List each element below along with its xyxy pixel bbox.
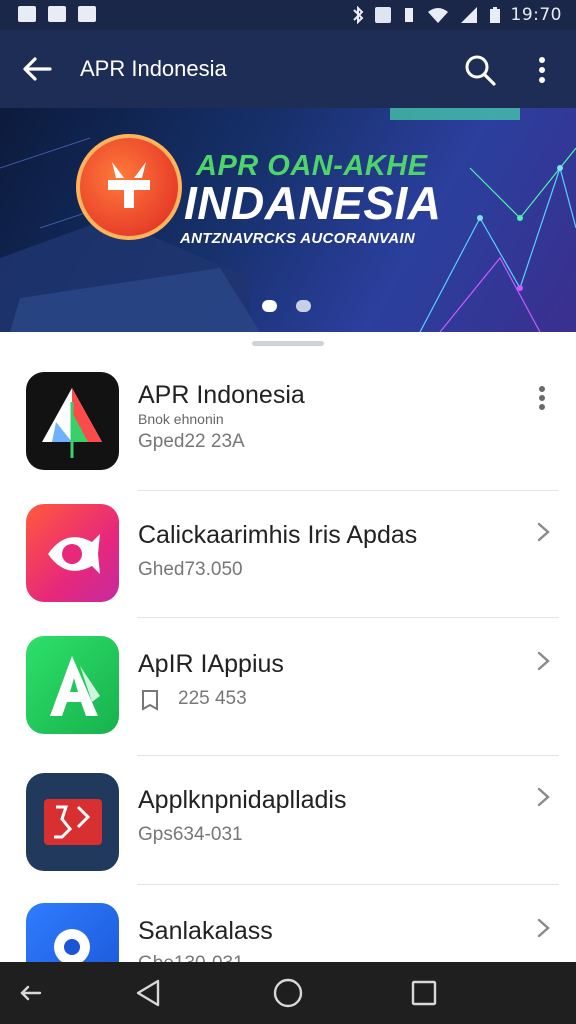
banner-headline-main: INDANESIA [184,177,442,229]
vibrate-icon [404,8,413,22]
app-meta: Gped22 23A [138,431,245,452]
carousel-dot-1[interactable] [262,300,277,312]
gallery-notification-icon [48,6,66,22]
chevron-right-icon[interactable] [536,917,552,939]
app-bar: APR Indonesia [0,30,576,108]
app-name: ApIR IAppius [138,650,284,678]
chevron-right-icon[interactable] [536,521,552,543]
pink-fish-app-icon [26,504,119,602]
system-icons: 19:70 [351,5,563,25]
search-icon[interactable] [462,52,498,88]
red-board-app-icon [26,773,119,871]
back-arrow-icon[interactable] [20,52,54,86]
wifi-icon [427,8,448,23]
app-meta: Ghed73.050 [138,559,243,580]
carousel-dot-2[interactable] [296,300,311,312]
chevron-right-icon[interactable] [536,650,552,672]
banner-tagline: ANTZNAVRCKS AUCORANVAIN [180,230,415,247]
signal-icon [460,7,477,23]
image-notification-icon [18,6,36,22]
app-meta: 225 453 [178,688,247,709]
app-name: Calickaarimhis Iris Apdas [138,521,418,549]
clock: 19:70 [510,5,562,25]
blue-app-icon [26,903,119,962]
notification-icons [18,6,96,22]
app-meta: Gps634-031 [138,824,243,845]
apr-indonesia-app-icon [26,372,119,470]
sheet-drag-handle[interactable] [252,341,324,346]
nav-back-icon[interactable] [134,978,164,1008]
bluetooth-icon [352,6,363,24]
list-item[interactable]: APR Indonesia Bnok ehnonin Gped22 23A [0,365,576,490]
app-meta: Gbe130-031 [138,953,244,962]
nfc-icon [374,7,391,23]
banner-logo [76,134,182,240]
list-item[interactable]: Calickaarimhis Iris Apdas Ghed73.050 [0,491,576,617]
more-vertical-icon[interactable] [530,54,554,86]
nav-recents-icon[interactable] [410,979,438,1007]
app-notification-icon [78,6,96,22]
green-a-app-icon [26,636,119,734]
nav-collapse-icon[interactable] [18,983,44,1003]
more-vertical-icon[interactable] [534,385,550,413]
app-developer: Bnok ehnonin [138,411,224,427]
list-item[interactable]: Sanlakalass Gbe130-031 [0,885,576,962]
battery-icon [489,7,500,23]
app-name: Applknpnidaplladis [138,786,347,814]
app-name: Sanlakalass [138,917,273,945]
list-item[interactable]: ApIR IAppius 225 453 [0,618,576,755]
nav-home-icon[interactable] [272,977,304,1009]
system-nav-bar [0,962,576,1024]
download-size-icon [142,690,158,711]
list-item[interactable]: Applknpnidaplladis Gps634-031 [0,756,576,884]
page-title: APR Indonesia [80,56,227,81]
banner-logo-glyph [108,162,150,208]
status-bar: 19:70 [0,0,576,30]
chevron-right-icon[interactable] [536,786,552,808]
app-name: APR Indonesia [138,381,305,409]
